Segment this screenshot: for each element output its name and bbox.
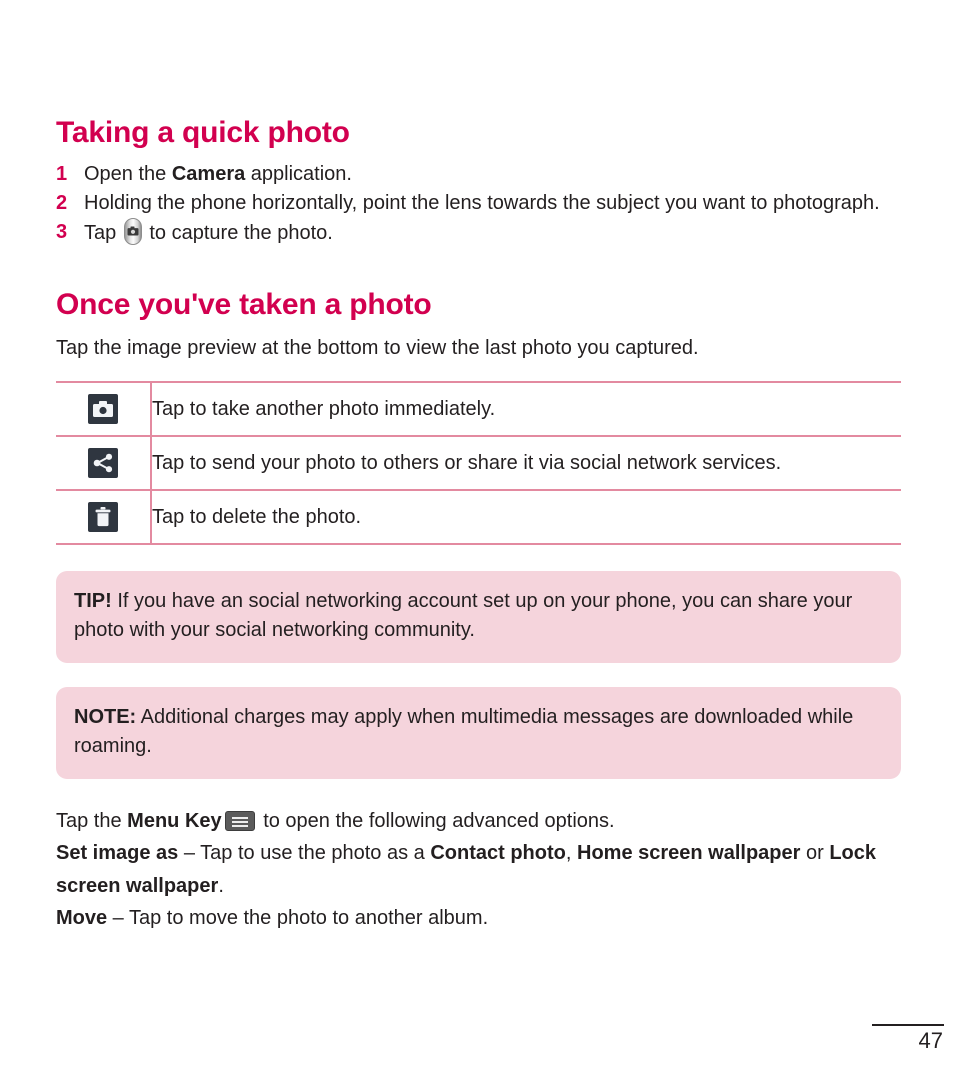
step-text-pre: Tap bbox=[84, 221, 122, 244]
table-cell-icon bbox=[56, 489, 152, 544]
camera-icon bbox=[88, 393, 118, 424]
list-item: 2 Holding the phone horizontally, point t… bbox=[56, 189, 901, 218]
step-text-pre: Holding the phone horizontally, point th… bbox=[84, 191, 880, 214]
share-icon bbox=[88, 447, 118, 478]
table-cell-description: Tap to take another photo immediately. bbox=[152, 397, 496, 420]
table-cell-description: Tap to delete the photo. bbox=[152, 505, 362, 528]
step-number: 1 bbox=[56, 162, 68, 185]
list-item: 1 Open the Camera application. bbox=[56, 160, 901, 189]
menu-line-pre: Tap the bbox=[56, 809, 128, 832]
step-text-pre: Open the bbox=[84, 162, 172, 185]
page-footer: 47 bbox=[824, 1024, 944, 1052]
separator-1: , bbox=[565, 842, 577, 865]
table-cell-description: Tap to send your photo to others or shar… bbox=[152, 451, 782, 474]
table-row: Tap to delete the photo. bbox=[56, 489, 901, 544]
step-number: 3 bbox=[56, 220, 68, 243]
numbered-steps-list: 1 Open the Camera application. 2 Holding t… bbox=[56, 160, 901, 249]
trash-icon bbox=[88, 501, 118, 532]
advanced-options-text: Tap the Menu Key to open the following a… bbox=[56, 805, 901, 935]
set-image-as-end: . bbox=[218, 874, 224, 897]
menu-key-icon bbox=[224, 810, 255, 831]
step-text-bold: Camera bbox=[171, 162, 246, 185]
step-number: 2 bbox=[56, 191, 68, 214]
manual-page: Taking a quick photo 1 Open the Camera ap… bbox=[0, 0, 954, 1074]
note-label: NOTE: bbox=[74, 705, 137, 728]
option-home-screen-wallpaper: Home screen wallpaper bbox=[577, 842, 801, 865]
set-image-as-text: Tap to use the photo as a bbox=[200, 842, 431, 865]
option-contact-photo: Contact photo bbox=[430, 842, 566, 865]
tip-callout: TIP! If you have an social networking ac… bbox=[56, 570, 901, 663]
section-heading-2: Once you've taken a photo bbox=[56, 288, 432, 322]
note-text: Additional charges may apply when multim… bbox=[74, 705, 854, 757]
table-cell-icon bbox=[56, 435, 152, 490]
set-image-as-dash: – bbox=[178, 842, 201, 865]
camera-shutter-icon bbox=[123, 217, 142, 245]
page-title: Taking a quick photo bbox=[56, 116, 350, 149]
menu-key-line: Tap the Menu Key to open the following a… bbox=[56, 805, 901, 837]
table-row: Tap to send your photo to others or shar… bbox=[56, 435, 901, 490]
separator-2: or bbox=[800, 842, 830, 865]
section-intro-text: Tap the image preview at the bottom to v… bbox=[56, 336, 699, 359]
move-text: Tap to move the photo to another album. bbox=[129, 906, 489, 929]
list-item: 3 Tap to capture the photo. bbox=[56, 217, 901, 248]
page-number: 47 bbox=[918, 1028, 943, 1053]
move-dash: – bbox=[107, 906, 129, 929]
step-text-post: application. bbox=[245, 162, 352, 185]
move-term: Move bbox=[56, 906, 108, 929]
set-image-as-term: Set image as bbox=[56, 842, 179, 865]
icon-description-table: Tap to take another photo immediately. T… bbox=[56, 381, 901, 545]
page-content: Taking a quick photo 1 Open the Camera ap… bbox=[56, 116, 901, 934]
menu-key-label: Menu Key bbox=[127, 809, 222, 832]
note-callout: NOTE: Additional charges may apply when … bbox=[56, 686, 901, 779]
tip-text: If you have an social networking account… bbox=[74, 589, 853, 641]
footer-divider bbox=[872, 1024, 944, 1026]
step-text-post: to capture the photo. bbox=[143, 221, 333, 244]
table-cell-icon bbox=[56, 381, 152, 436]
menu-line-post: to open the following advanced options. bbox=[257, 809, 615, 832]
set-image-as-line: Set image as – Tap to use the photo as a… bbox=[56, 837, 901, 902]
section-2: Once you've taken a photo Tap the image … bbox=[56, 288, 901, 363]
move-line: Move – Tap to move the photo to another … bbox=[56, 902, 901, 934]
tip-label: TIP! bbox=[74, 589, 112, 612]
table-row: Tap to take another photo immediately. bbox=[56, 381, 901, 436]
